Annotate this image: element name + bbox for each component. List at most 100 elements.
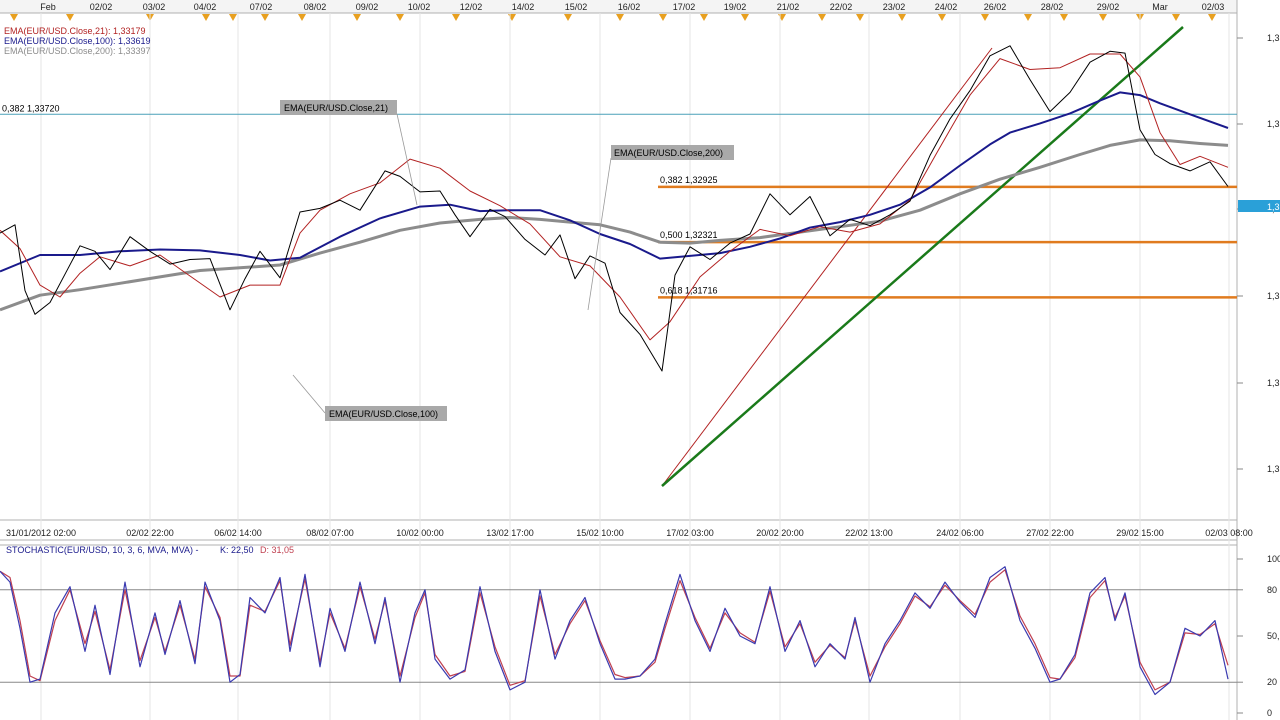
event-marker[interactable] [564, 14, 572, 21]
event-marker[interactable] [1099, 14, 1107, 21]
top-date-label: Mar [1152, 2, 1168, 12]
fibonacci-levels: 0,382 1,337200,382 1,329250,500 1,323210… [0, 103, 1237, 299]
stochastic-tick-label: 80 [1267, 585, 1277, 595]
event-marker[interactable] [508, 14, 516, 21]
stochastic-d-line [0, 569, 1229, 691]
top-date-label: 17/02 [673, 2, 696, 12]
stochastic-title: STOCHASTIC(EUR/USD, 10, 3, 6, MVA, MVA) … [6, 545, 199, 555]
fib-level-label: 0,500 1,32321 [660, 230, 718, 240]
top-date-label: 24/02 [935, 2, 958, 12]
stochastic-tick-label: 50, [1267, 631, 1280, 641]
time-tick-label: 27/02 22:00 [1026, 528, 1074, 538]
time-tick-label: 02/03 08:00 [1205, 528, 1253, 538]
top-date-label: 22/02 [830, 2, 853, 12]
top-date-label: 19/02 [724, 2, 747, 12]
event-marker[interactable] [898, 14, 906, 21]
stochastic-tick-label: 0 [1267, 708, 1272, 718]
top-date-label: 08/02 [304, 2, 327, 12]
top-date-label: 14/02 [512, 2, 535, 12]
event-marker[interactable] [202, 14, 210, 21]
stochastic-k-value: K: 22,50 [220, 545, 254, 555]
top-date-label: Feb [40, 2, 56, 12]
top-date-label: 09/02 [356, 2, 379, 12]
top-date-label: 12/02 [460, 2, 483, 12]
top-date-label: 29/02 [1097, 2, 1120, 12]
top-date-label: 10/02 [408, 2, 431, 12]
time-tick-label: 02/02 22:00 [126, 528, 174, 538]
event-marker[interactable] [10, 14, 18, 21]
top-date-label: 23/02 [883, 2, 906, 12]
y-tick-label: 1,3 [1267, 378, 1280, 388]
event-marker[interactable] [396, 14, 404, 21]
ema200-line [0, 138, 1229, 312]
top-date-label: 02/02 [90, 2, 113, 12]
uptrend-line [661, 26, 1184, 487]
y-tick-label: 1,3 [1267, 291, 1280, 301]
price-y-axis: 1,3 1,3 1,3 1,3 1,3 1,3 [1237, 33, 1280, 474]
stochastic-k-line [0, 566, 1229, 696]
top-event-markers [10, 14, 1216, 21]
time-tick-label: 17/02 03:00 [666, 528, 714, 538]
event-marker[interactable] [616, 14, 624, 21]
time-tick-label: 24/02 06:00 [936, 528, 984, 538]
time-tick-label: 22/02 13:00 [845, 528, 893, 538]
time-tick-label: 15/02 10:00 [576, 528, 624, 538]
forex-chart: Feb 02/02 03/02 04/02 07/02 08/02 09/02 10/02 12… [0, 0, 1280, 720]
time-tick-label: 10/02 00:00 [396, 528, 444, 538]
callout-ema100: EMA(EUR/USD.Close,100) [329, 409, 438, 419]
event-marker[interactable] [1208, 14, 1216, 21]
top-date-label: 21/02 [777, 2, 800, 12]
event-marker[interactable] [659, 14, 667, 21]
stochastic-tick-label: 20 [1267, 677, 1277, 687]
event-marker[interactable] [856, 14, 864, 21]
stochastic-tick-label: 100 [1267, 554, 1280, 564]
price-series [0, 45, 1229, 372]
top-date-label: 26/02 [984, 2, 1007, 12]
event-marker[interactable] [818, 14, 826, 21]
legend-ema100: EMA(EUR/USD.Close,100): 1,33619 [4, 36, 151, 46]
callout-ema21: EMA(EUR/USD.Close,21) [284, 103, 388, 113]
time-tick-label: 08/02 07:00 [306, 528, 354, 538]
event-marker[interactable] [1060, 14, 1068, 21]
top-date-label: 15/02 [565, 2, 588, 12]
y-tick-label: 1,3 [1267, 464, 1280, 474]
callout-ema200: EMA(EUR/USD.Close,200) [614, 148, 723, 158]
event-marker[interactable] [938, 14, 946, 21]
level-label: 0,382 1,33720 [2, 103, 60, 113]
top-date-label: 28/02 [1041, 2, 1064, 12]
top-date-label: 16/02 [618, 2, 641, 12]
event-marker[interactable] [700, 14, 708, 21]
event-marker[interactable] [981, 14, 989, 21]
time-tick-label: 20/02 20:00 [756, 528, 804, 538]
event-marker[interactable] [741, 14, 749, 21]
time-axis: 31/01/2012 02:00 02/02 22:00 06/02 14:00 08… [6, 528, 1253, 538]
event-marker[interactable] [778, 14, 786, 21]
event-marker[interactable] [261, 14, 269, 21]
top-date-label: 03/02 [143, 2, 166, 12]
price-line [0, 45, 1229, 372]
event-marker[interactable] [1172, 14, 1180, 21]
top-date-label: 04/02 [194, 2, 217, 12]
event-marker[interactable] [229, 14, 237, 21]
top-date-label: 02/03 [1202, 2, 1225, 12]
stochastic-panel: 100 80 50, 20 0 [0, 554, 1280, 718]
current-price-value: 1,3 [1267, 202, 1280, 212]
event-marker[interactable] [353, 14, 361, 21]
legend-ema200: EMA(EUR/USD.Close,200): 1,33397 [4, 46, 151, 56]
time-tick-label: 31/01/2012 02:00 [6, 528, 76, 538]
ema-legend: EMA(EUR/USD.Close,21): 1,33179 EMA(EUR/U… [4, 26, 151, 56]
event-marker[interactable] [452, 14, 460, 21]
trendlines [661, 26, 1184, 487]
time-tick-label: 13/02 17:00 [486, 528, 534, 538]
top-date-label: 07/02 [250, 2, 273, 12]
fib-level-label: 0,382 1,32925 [660, 175, 718, 185]
y-tick-label: 1,3 [1267, 119, 1280, 129]
ema100-line [0, 91, 1229, 273]
event-marker[interactable] [298, 14, 306, 21]
time-tick-label: 06/02 14:00 [214, 528, 262, 538]
stochastic-d-value: D: 31,05 [260, 545, 294, 555]
time-tick-label: 29/02 15:00 [1116, 528, 1164, 538]
callouts: EMA(EUR/USD.Close,21) EMA(EUR/USD.Close,… [280, 100, 734, 421]
event-marker[interactable] [1024, 14, 1032, 21]
event-marker[interactable] [66, 14, 74, 21]
